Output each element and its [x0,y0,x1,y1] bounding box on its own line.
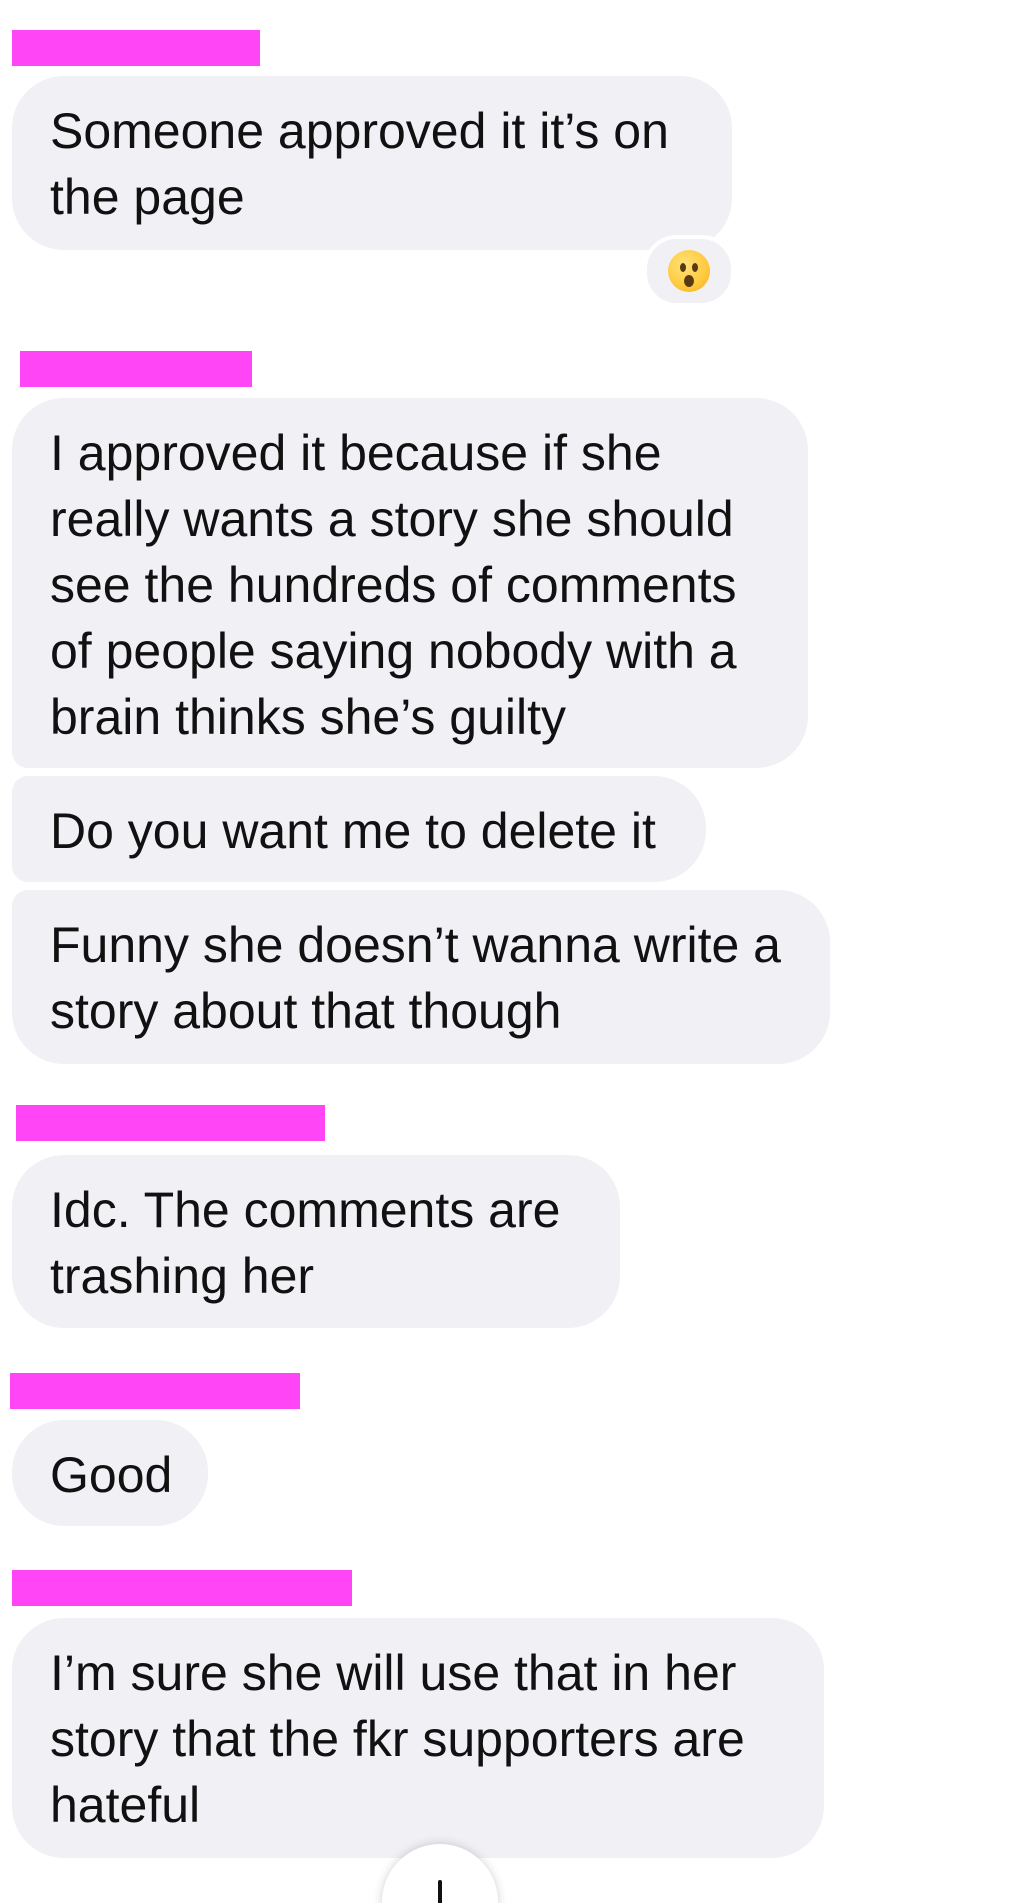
message-bubble[interactable]: Good [12,1420,208,1526]
message-bubble[interactable]: Do you want me to delete it [12,776,706,882]
chat-thread: Someone approved it it’s on the page I a… [0,0,1027,1903]
message-bubble[interactable]: Funny she doesn’t wanna write a story ab… [12,890,830,1064]
astonished-face-emoji-icon [668,250,710,292]
message-bubble[interactable]: Idc. The comments are trashing her [12,1155,620,1328]
message-bubble[interactable]: I’m sure she will use that in her story … [12,1618,824,1858]
message-reaction[interactable] [643,235,735,307]
redacted-sender-name [12,1570,352,1606]
redacted-sender-name [16,1105,325,1141]
message-bubble[interactable]: I approved it because if she really want… [12,398,808,768]
redacted-sender-name [10,1373,300,1409]
message-bubble[interactable]: Someone approved it it’s on the page [12,76,732,250]
redacted-sender-name [20,351,252,387]
redacted-sender-name [12,30,260,66]
scroll-down-arrow-icon [438,1880,442,1903]
